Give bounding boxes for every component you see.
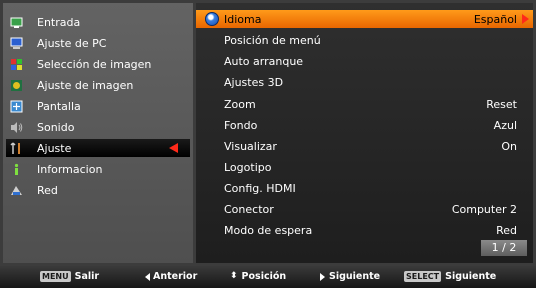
info-icon — [10, 163, 23, 176]
submenu-item-label: Config. HDMI — [224, 181, 296, 195]
submenu-item-ajustes-3d[interactable]: Ajustes 3D — [196, 73, 533, 91]
submenu-item-label: Visualizar — [224, 139, 277, 153]
hint-exit: MENU Salir — [40, 271, 99, 282]
submenu-item-label: Fondo — [224, 118, 258, 132]
hint-exit-label: Salir — [74, 271, 100, 282]
submenu-item-label: Logotipo — [224, 160, 272, 174]
hint-select-label: Siguiente — [445, 271, 497, 282]
bottom-hint-bar: MENU Salir Anterior ⬍ Posición Siguiente… — [0, 266, 536, 288]
menu-item-label: Ajuste de PC — [37, 36, 107, 50]
menu-item-label: Entrada — [37, 15, 81, 29]
menu-item-label: Informacion — [37, 162, 103, 176]
menu-item-label: Selección de imagen — [37, 57, 152, 71]
menu-item-label: Pantalla — [37, 99, 81, 113]
submenu-item-modo-de-espera[interactable]: Modo de espera Red — [196, 221, 533, 239]
hint-prev-label: Anterior — [153, 271, 198, 282]
menu-item-label: Ajuste — [37, 141, 72, 155]
hint-next-label: Siguiente — [329, 271, 381, 282]
hint-position-label: Posición — [241, 271, 287, 282]
submenu-panel: Idioma Español Posición de menú Auto arr… — [196, 3, 533, 263]
globe-icon — [205, 12, 219, 26]
submenu-item-label: Zoom — [224, 97, 256, 111]
submenu-item-conector[interactable]: Conector Computer 2 — [196, 200, 533, 218]
hint-prev: Anterior — [145, 271, 197, 282]
submenu-item-idioma[interactable]: Idioma Español — [196, 10, 533, 28]
submenu-item-auto-arranque[interactable]: Auto arranque — [196, 52, 533, 70]
network-icon — [10, 184, 23, 197]
menu-item-informacion[interactable]: Informacion — [6, 160, 190, 178]
submenu-item-label: Idioma — [224, 12, 262, 26]
pc-icon — [10, 37, 23, 50]
image-adjust-icon — [10, 79, 23, 92]
submenu-item-zoom[interactable]: Zoom Reset — [196, 95, 533, 113]
submenu-item-value: Azul — [493, 118, 517, 132]
select-key-icon: SELECT — [404, 271, 442, 282]
submenu-item-label: Auto arranque — [224, 54, 304, 68]
screen-icon — [10, 100, 23, 113]
menu-item-entrada[interactable]: Entrada — [6, 13, 190, 31]
submenu-item-visualizar[interactable]: Visualizar On — [196, 137, 533, 155]
input-icon — [10, 16, 23, 29]
submenu-item-label: Conector — [224, 202, 274, 216]
arrow-right-icon — [320, 272, 325, 281]
menu-item-label: Sonido — [37, 120, 75, 134]
submenu-item-label: Ajustes 3D — [224, 75, 284, 89]
menu-key-icon: MENU — [40, 271, 71, 282]
menu-item-label: Ajuste de imagen — [37, 78, 134, 92]
arrow-updown-icon: ⬍ — [230, 271, 238, 281]
submenu-item-value: Red — [496, 223, 517, 237]
hint-next: Siguiente — [320, 271, 380, 282]
menu-item-seleccion-de-imagen[interactable]: Selección de imagen — [6, 55, 190, 73]
submenu-item-value: Computer 2 — [451, 202, 517, 216]
menu-item-ajuste-de-imagen[interactable]: Ajuste de imagen — [6, 76, 190, 94]
submenu-item-logotipo[interactable]: Logotipo — [196, 158, 533, 176]
hint-select: SELECT Siguiente — [404, 271, 496, 282]
submenu-item-config-hdmi[interactable]: Config. HDMI — [196, 179, 533, 197]
speaker-icon — [10, 121, 23, 134]
page-indicator: 1 / 2 — [481, 240, 527, 256]
submenu-item-label: Posición de menú — [224, 33, 321, 47]
menu-item-red[interactable]: Red — [6, 181, 190, 199]
menu-item-label: Red — [37, 183, 58, 197]
image-select-icon — [10, 58, 23, 71]
settings-icon — [10, 141, 23, 155]
submenu-item-value: Reset — [486, 97, 517, 111]
menu-item-pantalla[interactable]: Pantalla — [6, 97, 190, 115]
submenu-item-fondo[interactable]: Fondo Azul — [196, 116, 533, 134]
submenu-item-posicion-de-menu[interactable]: Posición de menú — [196, 31, 533, 49]
menu-item-ajuste[interactable]: Ajuste — [6, 139, 190, 157]
submenu-arrow-icon — [522, 14, 529, 24]
hint-position: ⬍ Posición — [230, 271, 286, 282]
selected-arrow-icon — [169, 143, 178, 153]
submenu-item-value: On — [501, 139, 517, 153]
menu-item-ajuste-de-pc[interactable]: Ajuste de PC — [6, 34, 190, 52]
submenu-item-value: Español — [473, 12, 517, 26]
menu-item-sonido[interactable]: Sonido — [6, 118, 190, 136]
submenu-item-label: Modo de espera — [224, 223, 313, 237]
osd-menu: Entrada Ajuste de PC Selección de imagen… — [0, 0, 536, 288]
main-menu-panel: Entrada Ajuste de PC Selección de imagen… — [3, 3, 193, 263]
arrow-left-icon — [145, 272, 150, 281]
